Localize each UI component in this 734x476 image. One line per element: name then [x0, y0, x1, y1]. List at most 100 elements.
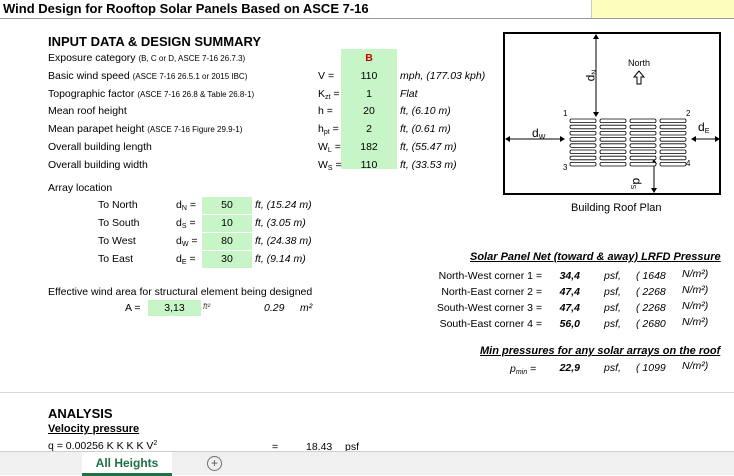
effective-area-value-m: 0.29 — [264, 302, 285, 314]
solar-panel — [659, 149, 687, 154]
input-value[interactable]: 2 — [341, 123, 397, 135]
input-label: Overall building length — [48, 141, 152, 153]
corner-1-label: 1 — [563, 109, 568, 118]
array-unit: ft, (15.24 m) — [255, 199, 312, 211]
ds-arrowhead-bottom — [651, 188, 657, 193]
array-unit: ft, (24.38 m) — [255, 235, 312, 247]
solar-panel — [629, 124, 657, 130]
title-bar: Wind Design for Rooftop Solar Panels Bas… — [0, 0, 734, 19]
solar-panel — [599, 155, 627, 161]
solar-panel — [569, 131, 597, 136]
input-unit: ft, (55.47 m) — [400, 141, 457, 153]
input-value[interactable]: 110 — [341, 159, 397, 171]
north-arrow-icon — [632, 70, 646, 85]
input-symbol: WS = — [318, 158, 342, 172]
solar-panel — [659, 143, 687, 148]
input-symbol: Kzt = — [318, 87, 340, 101]
solar-panel — [599, 137, 627, 142]
input-label: Topographic factor (ASCE 7-16 26.8 & Tab… — [48, 87, 255, 100]
array-symbol: dE = — [176, 253, 196, 266]
input-symbol: WL = — [318, 141, 341, 154]
effective-area-value[interactable]: 3,13 — [148, 300, 201, 316]
pressure-label: North-West corner 1 = — [438, 270, 542, 282]
pressure-metric-unit: N/m²) — [682, 300, 709, 312]
input-symbol: hpt = — [318, 123, 339, 137]
solar-panel — [569, 124, 597, 130]
array-value[interactable]: 10 — [202, 215, 252, 232]
pressure-label: South-East corner 4 = — [439, 318, 542, 330]
input-value[interactable]: B — [341, 52, 397, 64]
de-arrowhead-left — [691, 136, 696, 142]
pressure-metric-unit: N/m²) — [682, 284, 709, 296]
array-value[interactable]: 80 — [202, 233, 252, 250]
solar-panel-array — [569, 118, 687, 167]
dn-label: dN — [583, 69, 599, 82]
roof-plan-caption: Building Roof Plan — [571, 202, 662, 214]
add-sheet-button[interactable]: + — [207, 456, 222, 471]
pressure-metric: ( 2268 — [636, 286, 666, 298]
pressure-unit: psf, — [604, 318, 621, 330]
solar-panel — [629, 149, 657, 154]
effective-area-unit-m: m² — [300, 302, 313, 314]
dn-arrowhead-top — [593, 34, 599, 39]
array-unit: ft, (9.14 m) — [255, 253, 306, 265]
solar-panel — [629, 118, 657, 123]
input-symbol: h = — [318, 105, 333, 118]
input-unit: ft, (0.61 m) — [400, 123, 451, 136]
solar-panel — [599, 149, 627, 154]
input-unit: mph, (177.03 kph) — [400, 69, 486, 82]
pressure-metric: ( 2268 — [636, 302, 666, 314]
solar-panel — [659, 131, 687, 136]
pressure-value: 56,0 — [559, 318, 580, 330]
input-heading: INPUT DATA & DESIGN SUMMARY — [48, 34, 262, 49]
solar-panel — [629, 131, 657, 136]
input-value[interactable]: 182 — [341, 141, 397, 153]
array-symbol: dN = — [176, 199, 196, 212]
pmin-metric: ( 1099 — [636, 362, 666, 374]
solar-panel — [599, 131, 627, 136]
input-label: Exposure category (B, C or D, ASCE 7-16 … — [48, 52, 246, 64]
solar-panel — [569, 137, 597, 142]
de-label: dE — [698, 120, 710, 135]
solar-panel — [569, 118, 597, 123]
solar-panel — [659, 118, 687, 123]
input-label: Overall building width — [48, 158, 148, 171]
pressure-unit: psf, — [604, 302, 621, 314]
section-divider — [0, 392, 734, 393]
input-value[interactable]: 110 — [341, 70, 397, 82]
solar-panel — [659, 124, 687, 130]
dw-arrowhead-left — [505, 136, 510, 142]
pmin-symbol: pmin = — [510, 363, 537, 376]
corner-2-label: 2 — [686, 109, 691, 118]
array-symbol: dS = — [176, 217, 196, 230]
input-symbol: V = — [318, 69, 335, 82]
input-value[interactable]: 20 — [341, 105, 397, 117]
ds-label: dS — [629, 177, 645, 190]
solar-panel — [659, 137, 687, 142]
input-value[interactable]: 1 — [341, 88, 397, 100]
pressure-value: 34,4 — [559, 270, 580, 282]
solar-panel — [629, 161, 657, 167]
array-value[interactable]: 30 — [202, 251, 252, 268]
solar-panel — [629, 143, 657, 148]
tab-all-heights[interactable]: All Heights — [82, 452, 172, 476]
north-label: North — [628, 58, 650, 68]
pressure-unit: psf, — [604, 286, 621, 298]
array-label: To East — [98, 253, 134, 265]
array-value[interactable]: 50 — [202, 197, 252, 214]
sheet-tab-bar: All Heights + — [0, 451, 734, 476]
array-symbol: dW = — [176, 235, 198, 248]
solar-panel — [569, 155, 597, 161]
array-label: To South — [98, 217, 140, 229]
pressure-label: South-West corner 3 = — [436, 302, 542, 314]
solar-panel — [629, 137, 657, 142]
dw-arrowhead-right — [560, 136, 565, 142]
min-pressure-heading: Min pressures for any solar arrays on th… — [480, 345, 721, 357]
title-highlight-cell — [591, 0, 734, 18]
solar-panel — [659, 161, 687, 167]
input-label: Mean roof height — [48, 105, 127, 118]
pressure-metric-unit: N/m²) — [682, 316, 709, 328]
effective-area-label: Effective wind area for structural eleme… — [48, 286, 313, 298]
input-unit: ft, (6.10 m) — [400, 105, 451, 118]
pmin-unit: psf, — [604, 362, 621, 374]
